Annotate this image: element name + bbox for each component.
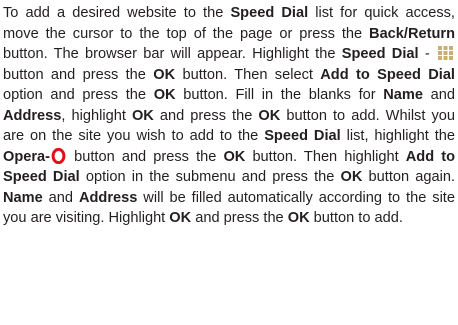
term-ok: OK	[223, 148, 246, 165]
term-ok: OK	[340, 169, 363, 185]
term-ok: OK	[169, 210, 192, 226]
text-run: list, highlight the	[340, 128, 455, 144]
term-speed-dial: Speed Dial	[341, 46, 419, 62]
term-speed-dial: Speed Dial	[230, 5, 309, 21]
instruction-paragraph: To add a desired website to the Speed Di…	[3, 3, 455, 229]
text-run: -	[418, 46, 436, 62]
term-name: Name	[3, 189, 43, 206]
text-run: , highlight	[61, 107, 132, 124]
term-name: Name	[383, 87, 423, 103]
term-back-return: Back/Return	[369, 25, 455, 42]
text-run: button again.	[362, 169, 456, 185]
opera-icon	[51, 147, 67, 164]
term-ok: OK	[258, 107, 281, 124]
text-run: and press the	[153, 107, 259, 124]
term-address: Address	[78, 189, 138, 206]
term-add-to-speed-dial: Add to Speed Dial	[320, 66, 455, 83]
text-run: button and press the	[67, 148, 224, 165]
text-run: button. Then highlight	[245, 148, 406, 165]
text-run: button. The browser bar will appear. Hig…	[3, 46, 342, 62]
text-run: button to add.	[309, 210, 403, 226]
text-run: option in the submenu and press the	[79, 169, 341, 185]
term-opera: Opera-	[3, 148, 51, 165]
text-run: option and press the	[3, 87, 154, 103]
text-run: and press the	[191, 210, 288, 226]
text-run: and	[42, 189, 79, 206]
speed-dial-icon	[437, 45, 454, 61]
text-run: button. Fill in the blanks for	[175, 87, 384, 103]
text-run: To add a desired website to the	[3, 5, 231, 21]
term-ok: OK	[153, 66, 176, 83]
text-run: and	[423, 87, 455, 103]
term-ok: OK	[287, 210, 310, 226]
term-speed-dial: Speed Dial	[264, 128, 341, 144]
text-run: button. Then select	[175, 66, 321, 83]
term-address: Address	[3, 107, 62, 124]
term-ok: OK	[153, 87, 176, 103]
text-run: button and press the	[3, 66, 154, 83]
term-ok: OK	[131, 107, 154, 124]
